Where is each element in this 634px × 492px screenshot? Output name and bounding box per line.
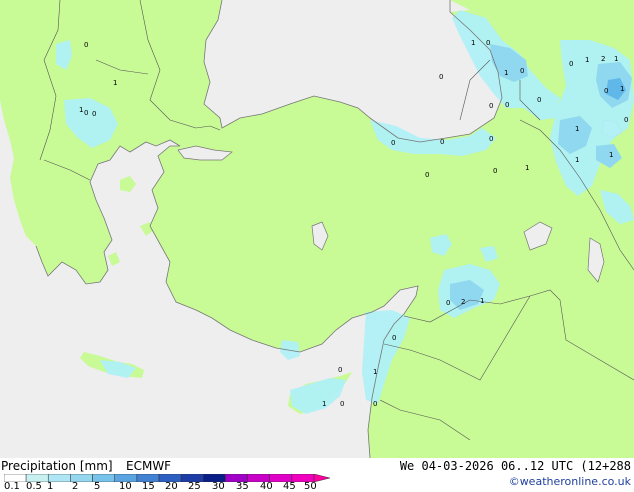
contour-label: 0 xyxy=(489,102,494,110)
contour-label: 0 xyxy=(340,400,345,408)
contour-label: 1 xyxy=(79,106,84,114)
scale-tick-label: 1 xyxy=(47,481,54,492)
contour-label: 1 xyxy=(575,156,580,164)
contour-label: 0 xyxy=(624,116,629,124)
contour-label: 0 xyxy=(604,87,609,95)
contour-label: 1 xyxy=(480,297,485,305)
contour-label: 1 xyxy=(471,39,476,47)
contour-label: 0 xyxy=(489,135,494,143)
contour-label: 1 xyxy=(620,85,625,93)
contour-label: 0 xyxy=(440,138,445,146)
contour-label: 0 xyxy=(493,167,498,175)
contour-label: 1 xyxy=(525,164,530,172)
contour-label: 0 xyxy=(373,400,378,408)
scale-tick-label: 25 xyxy=(188,481,201,492)
contour-label: 0 xyxy=(446,299,451,307)
contour-label: 1 xyxy=(504,69,509,77)
contour-label: 0 xyxy=(439,73,444,81)
legend-model-name: ECMWF xyxy=(126,459,172,473)
valid-time: We 04-03-2026 06..12 UTC (12+288 xyxy=(399,459,631,473)
contour-label: 0 xyxy=(505,101,510,109)
contour-label: 0 xyxy=(391,139,396,147)
scale-tick-label: 50 xyxy=(304,481,317,492)
contour-label: 1 xyxy=(575,125,580,133)
scale-tick-label: 30 xyxy=(212,481,225,492)
contour-label: 0 xyxy=(537,96,542,104)
map-canvas xyxy=(0,0,634,458)
contour-label: 2 xyxy=(461,298,466,306)
contour-label: 1 xyxy=(373,368,378,376)
contour-label: 1 xyxy=(113,79,118,87)
legend-title: Precipitation [mm] xyxy=(1,459,113,473)
scale-tick-label: 5 xyxy=(94,481,101,492)
contour-label: 0 xyxy=(569,60,574,68)
contour-label: 0 xyxy=(392,334,397,342)
contour-label: 1 xyxy=(585,56,590,64)
scale-tick-label: 0.5 xyxy=(26,481,42,492)
scale-tick-label: 20 xyxy=(165,481,178,492)
scale-tick-label: 35 xyxy=(236,481,249,492)
contour-label: 0 xyxy=(84,41,89,49)
scale-tick-label: 2 xyxy=(72,481,79,492)
scale-tick-label: 10 xyxy=(119,481,132,492)
contour-label: 1 xyxy=(609,151,614,159)
contour-label: 1 xyxy=(614,55,619,63)
scale-tick-label: 45 xyxy=(283,481,296,492)
scale-tick-label: 15 xyxy=(142,481,155,492)
scale-tick-label: 0.1 xyxy=(4,481,20,492)
contour-label: 0 xyxy=(92,110,97,118)
precipitation-map: 01100101000121101001100000210010101000 xyxy=(0,0,634,458)
contour-label: 0 xyxy=(425,171,430,179)
contour-label: 0 xyxy=(486,39,491,47)
contour-label: 0 xyxy=(338,366,343,374)
contour-label: 0 xyxy=(520,67,525,75)
contour-label: 1 xyxy=(322,400,327,408)
scale-tick-label: 40 xyxy=(260,481,273,492)
credit-link[interactable]: ©weatheronline.co.uk xyxy=(509,475,631,488)
contour-label: 0 xyxy=(84,109,89,117)
contour-label: 2 xyxy=(601,55,606,63)
